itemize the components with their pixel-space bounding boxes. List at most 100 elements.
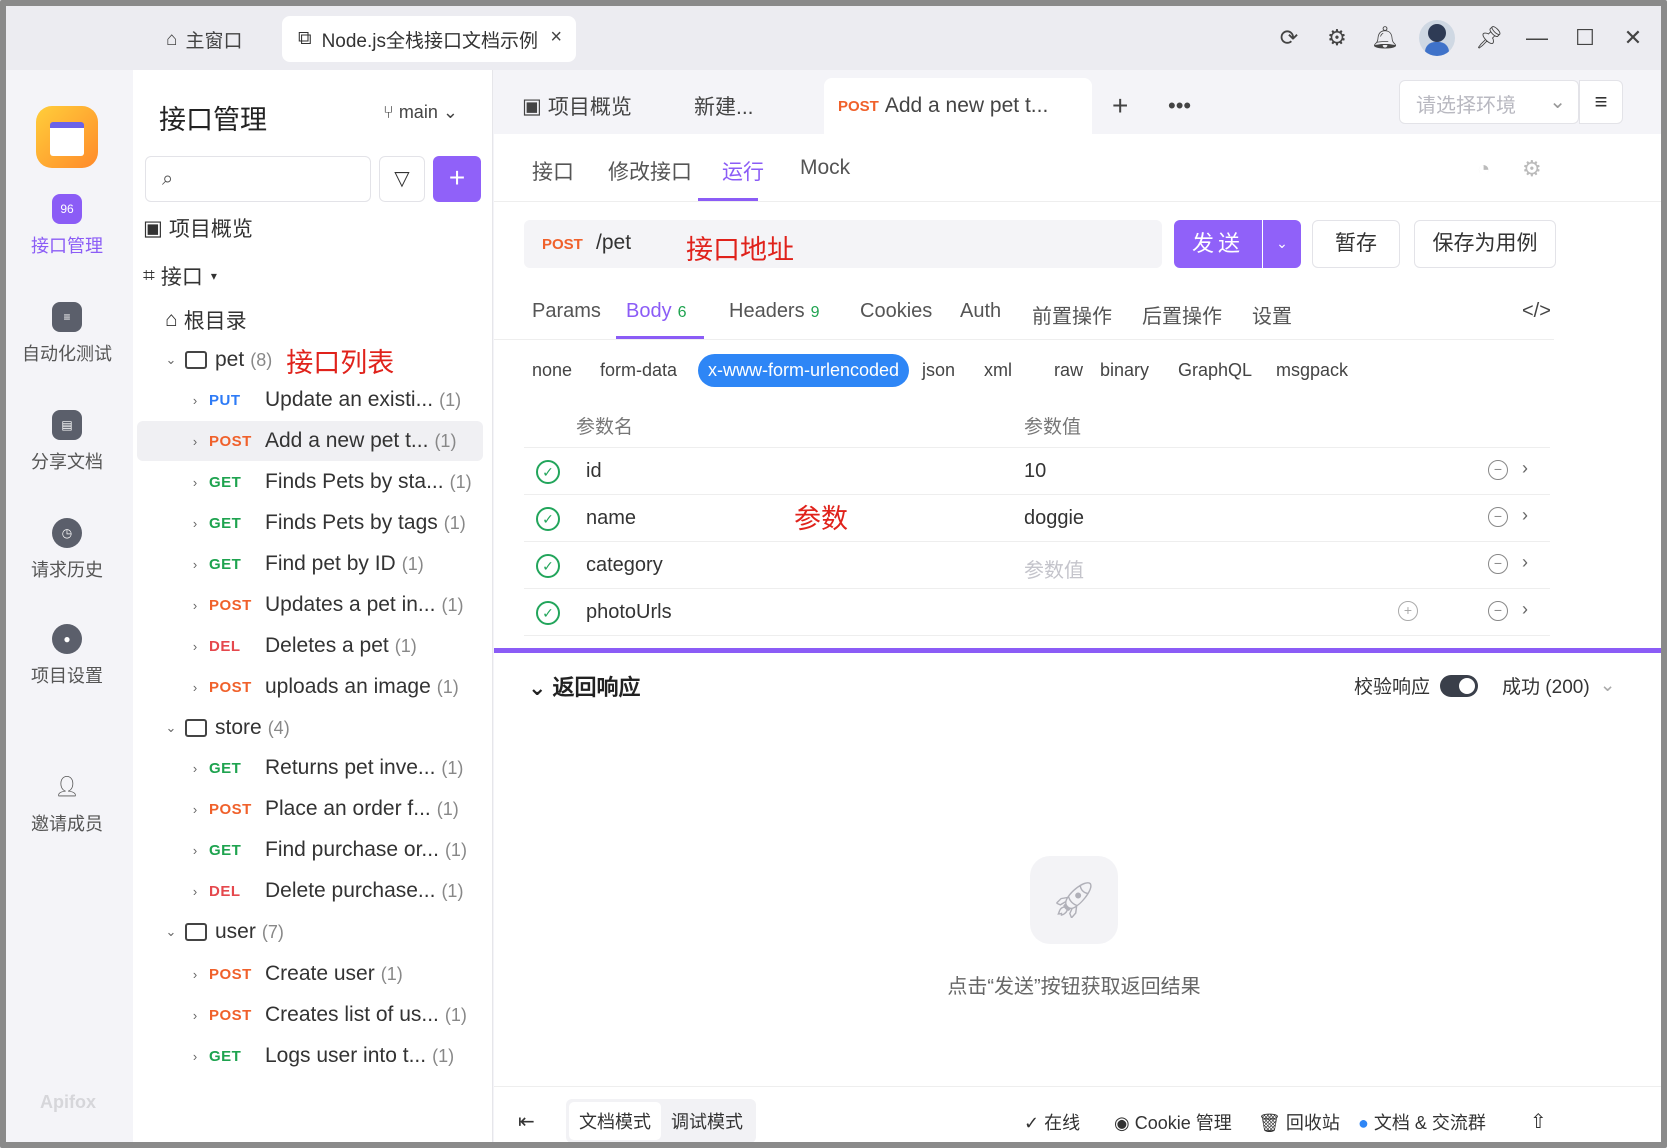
tab-active-api[interactable]: POST Add a new pet t...	[824, 78, 1092, 134]
param-value[interactable]: 参数值	[1024, 554, 1084, 583]
gear-icon[interactable]: ⚙	[1522, 156, 1542, 182]
tree-item-api-group[interactable]: ⌗ 接口 ▾	[143, 256, 489, 296]
debug-mode-button[interactable]: 调试模式	[661, 1102, 753, 1140]
param-name[interactable]: photoUrls	[586, 601, 672, 624]
api-item[interactable]: › GET Returns pet inve... (1)	[137, 748, 483, 788]
code-icon[interactable]: </>	[1522, 300, 1551, 323]
response-status-select[interactable]: 成功 (200)	[1502, 672, 1590, 699]
body-type-none[interactable]: none	[532, 360, 572, 381]
folder-user[interactable]: ⌄ user (7)	[163, 912, 509, 952]
tree-item-root[interactable]: ⌂ 根目录	[165, 300, 511, 340]
response-title[interactable]: ⌄ 返回响应	[528, 670, 641, 702]
param-name[interactable]: id	[586, 460, 602, 483]
project-tab[interactable]: ⧉ Node.js全栈接口文档示例 ×	[282, 16, 576, 62]
folder-store[interactable]: ⌄ store (4)	[163, 708, 509, 748]
rail-item-share[interactable]: ▤ 分享文档	[6, 410, 128, 474]
body-type-json[interactable]: json	[922, 360, 955, 381]
body-type-x-www-form-urlencoded[interactable]: x-www-form-urlencoded	[698, 354, 910, 387]
add-circle-icon[interactable]: +	[1398, 601, 1418, 621]
api-item[interactable]: › GET Finds Pets by tags (1)	[137, 503, 483, 543]
home-tab[interactable]: ⌂ 主窗口	[166, 26, 243, 53]
tab-settings[interactable]: 设置	[1252, 300, 1292, 329]
tab-auth[interactable]: Auth	[960, 300, 1001, 323]
checkbox-checked-icon[interactable]: ✓	[536, 601, 560, 625]
param-name[interactable]: category	[586, 554, 663, 577]
doc-mode-button[interactable]: 文档模式	[569, 1102, 661, 1140]
url-path[interactable]: /pet	[596, 231, 631, 255]
param-value[interactable]: 10	[1024, 460, 1046, 483]
chevron-right-icon[interactable]: ›	[1522, 458, 1528, 479]
api-item[interactable]: › POST Creates list of us... (1)	[137, 995, 483, 1035]
body-type-binary[interactable]: binary	[1100, 360, 1149, 381]
online-status[interactable]: ✓ 在线	[1024, 1109, 1080, 1135]
folder-pet[interactable]: ⌄ pet (8) 接口列表	[163, 340, 509, 380]
subtab-edit[interactable]: 修改接口	[608, 156, 692, 186]
rail-item-test[interactable]: ≡ 自动化测试	[6, 302, 128, 366]
collapse-icon[interactable]: ⇤	[518, 1109, 535, 1134]
api-item[interactable]: › DEL Deletes a pet (1)	[137, 626, 483, 666]
api-item[interactable]: › GET Finds Pets by sta... (1)	[137, 462, 483, 502]
filter-button[interactable]: ▽	[379, 156, 425, 202]
menu-button[interactable]: ≡	[1579, 80, 1623, 124]
rail-item-api[interactable]: 96 接口管理	[6, 194, 128, 258]
body-type-msgpack[interactable]: msgpack	[1276, 360, 1348, 381]
api-item[interactable]: › POST uploads an image (1)	[137, 667, 483, 707]
param-name[interactable]: name	[586, 507, 636, 530]
api-item[interactable]: › POST Add a new pet t... (1)	[137, 421, 483, 461]
new-tab-button[interactable]: +	[1112, 78, 1128, 134]
url-bar[interactable]: POST /pet 接口地址	[524, 220, 1162, 268]
subtab-mock[interactable]: Mock	[800, 156, 850, 180]
tab-new[interactable]: 新建...	[694, 78, 754, 134]
chevron-right-icon[interactable]: ›	[1522, 505, 1528, 526]
close-tab-icon[interactable]: ×	[550, 26, 562, 49]
tab-cookies[interactable]: Cookies	[860, 300, 932, 323]
search-input[interactable]: ⌕	[145, 156, 371, 202]
send-button[interactable]: 发送	[1174, 220, 1262, 268]
chevron-right-icon[interactable]: ›	[1522, 552, 1528, 573]
tab-params[interactable]: Params	[532, 300, 601, 323]
avatar[interactable]	[1419, 20, 1455, 56]
bell-icon[interactable]: 🔔︎	[1371, 20, 1399, 56]
tab-post-ops[interactable]: 后置操作	[1142, 300, 1222, 329]
api-item[interactable]: › POST Updates a pet in... (1)	[137, 585, 483, 625]
api-item[interactable]: › GET Logs user into t... (1)	[137, 1036, 483, 1076]
save-as-case-button[interactable]: 保存为用例	[1414, 220, 1556, 268]
gear-icon[interactable]: ⚙	[1323, 20, 1351, 56]
tab-body[interactable]: Body 6	[626, 300, 687, 323]
refresh-icon[interactable]: ⟳	[1275, 20, 1303, 56]
api-item[interactable]: › DEL Delete purchase... (1)	[137, 871, 483, 911]
rail-item-history[interactable]: ◷ 请求历史	[6, 518, 128, 582]
tab-overview[interactable]: ▣ 项目概览	[522, 78, 632, 134]
send-dropdown[interactable]: ⌄	[1263, 220, 1301, 268]
body-type-form-data[interactable]: form-data	[600, 360, 677, 381]
subtab-api[interactable]: 接口	[532, 156, 574, 186]
pin-icon[interactable]: 📌︎	[1475, 20, 1503, 56]
tree-item-overview[interactable]: ▣ 项目概览	[143, 208, 489, 248]
community[interactable]: ● 文档 & 交流群	[1358, 1109, 1486, 1135]
api-item[interactable]: › POST Place an order f... (1)	[137, 789, 483, 829]
save-button[interactable]: 暂存	[1312, 220, 1400, 268]
upload-icon[interactable]: ⇧	[1530, 1109, 1547, 1134]
resize-divider[interactable]	[494, 648, 1661, 653]
body-type-xml[interactable]: xml	[984, 360, 1012, 381]
checkbox-checked-icon[interactable]: ✓	[536, 460, 560, 484]
cookie-manager[interactable]: ◉ Cookie 管理	[1114, 1109, 1232, 1135]
api-item[interactable]: › PUT Update an existi... (1)	[137, 380, 483, 420]
branch-selector[interactable]: ⑂ main ⌄	[383, 102, 458, 123]
maximize-icon[interactable]: ☐	[1571, 20, 1599, 56]
more-tabs-button[interactable]: •••	[1168, 78, 1191, 134]
tab-headers[interactable]: Headers 9	[729, 300, 820, 323]
validate-toggle[interactable]	[1440, 674, 1479, 697]
body-type-raw[interactable]: raw	[1054, 360, 1083, 381]
subtab-run[interactable]: 运行	[722, 156, 764, 186]
api-item[interactable]: › GET Find purchase or... (1)	[137, 830, 483, 870]
close-window-icon[interactable]: ✕	[1619, 20, 1647, 56]
remove-circle-icon[interactable]: −	[1488, 601, 1508, 621]
checkbox-checked-icon[interactable]: ✓	[536, 554, 560, 578]
body-type-graphql[interactable]: GraphQL	[1178, 360, 1252, 381]
remove-circle-icon[interactable]: −	[1488, 507, 1508, 527]
trash[interactable]: 🗑︎ 回收站	[1258, 1109, 1340, 1135]
env-select[interactable]: 请选择环境 ⌄	[1399, 80, 1579, 124]
checkbox-checked-icon[interactable]: ✓	[536, 507, 560, 531]
chevron-right-icon[interactable]: ›	[1522, 599, 1528, 620]
